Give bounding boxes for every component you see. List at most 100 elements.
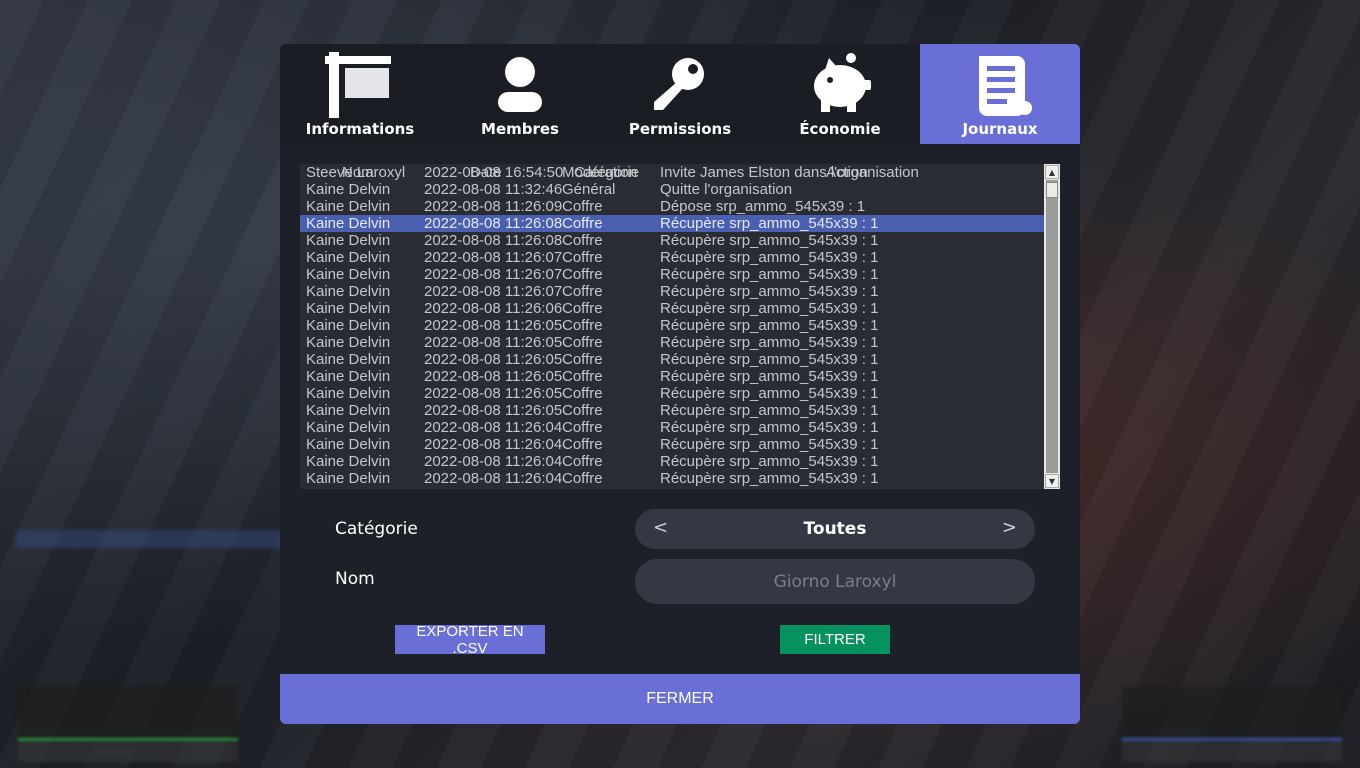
log-cell-action: Récupère srp_ammo_545x39 : 1 — [660, 249, 879, 266]
log-cell-action: Récupère srp_ammo_545x39 : 1 — [660, 351, 879, 368]
log-cell-action: Récupère srp_ammo_545x39 : 1 — [660, 470, 879, 487]
log-cell-date: 2022-08-08 11:26:07 — [424, 266, 563, 283]
log-cell-category: Coffre — [562, 402, 603, 419]
log-row[interactable]: Kaine Delvin 2022-08-08 11:26:05 Coffre Réc… — [300, 317, 1044, 334]
log-cell-name: Kaine Delvin — [306, 198, 391, 215]
tab-membres[interactable]: Membres — [440, 44, 600, 144]
scroll-track[interactable] — [1046, 180, 1058, 473]
category-selector: < Toutes > — [635, 509, 1035, 549]
category-value: Toutes — [803, 519, 867, 539]
log-cell-name: Kaine Delvin — [306, 317, 391, 334]
category-next-button[interactable]: > — [1002, 517, 1017, 538]
log-row[interactable]: Kaine Delvin 2022-08-08 11:26:07 Coffre Réc… — [300, 266, 1044, 283]
name-input[interactable] — [635, 559, 1035, 604]
log-row[interactable]: Kaine Delvin 2022-08-08 11:26:05 Coffre Réc… — [300, 385, 1044, 402]
log-cell-category: Coffre — [562, 470, 603, 487]
tab-label: Informations — [305, 120, 415, 138]
close-button[interactable]: FERMER — [280, 674, 1080, 724]
log-scrollbar[interactable]: ▲ ▼ — [1044, 164, 1060, 489]
log-rows: Nom Date Catégorie Action Steeve Laroxyl 2022… — [300, 164, 1044, 489]
log-row[interactable]: Kaine Delvin 2022-08-08 11:26:04Coffre Réc… — [300, 487, 1044, 489]
log-row[interactable]: Kaine Delvin 2022-08-08 11:26:06 Coffre Réc… — [300, 300, 1044, 317]
log-row[interactable]: Steeve Laroxyl 2022-08-08 16:54:50 Modérat… — [300, 164, 1044, 181]
log-cell-action: Récupère srp_ammo_545x39 : 1 — [660, 487, 878, 489]
log-cell-name: Kaine Delvin — [306, 249, 391, 266]
log-cell-date: 2022-08-08 11:26:05 — [424, 368, 563, 385]
log-row[interactable]: Kaine Delvin 2022-08-08 11:26:04Coffre Réc… — [300, 453, 1044, 470]
log-cell-date: 2022-08-08 11:26:07 — [424, 249, 563, 266]
log-row[interactable]: Kaine Delvin 2022-08-08 11:26:05 Coffre Réc… — [300, 402, 1044, 419]
tab-economie[interactable]: Économie — [760, 44, 920, 144]
log-row[interactable]: Kaine Delvin 2022-08-08 11:26:09 Coffre Dép… — [300, 198, 1044, 215]
log-cell-category: Coffre — [562, 453, 603, 470]
player-hud — [18, 686, 238, 741]
scroll-thumb[interactable] — [1046, 182, 1058, 198]
log-cell-name: Kaine Delvin — [306, 402, 391, 419]
log-cell-name: Kaine Delvin — [306, 419, 391, 436]
log-cell-category: Coffre — [562, 334, 603, 351]
log-cell-action: Récupère srp_ammo_545x39 : 1 — [660, 419, 879, 436]
tab-informations[interactable]: Informations — [280, 44, 440, 144]
tab-label: Économie — [799, 120, 881, 138]
log-row[interactable]: Kaine Delvin 2022-08-08 11:26:05 Coffre Réc… — [300, 351, 1044, 368]
log-cell-action: Récupère srp_ammo_545x39 : 1 — [660, 368, 879, 385]
log-cell-action: Récupère srp_ammo_545x39 : 1 — [660, 436, 879, 453]
log-cell-category: Coffre — [562, 317, 603, 334]
log-row[interactable]: Kaine Delvin 2022-08-08 11:26:05 Coffre Réc… — [300, 368, 1044, 385]
log-cell-category: Coffre — [562, 487, 603, 489]
log-cell-category: Coffre — [562, 385, 603, 402]
scroll-icon — [979, 56, 1032, 116]
key-icon — [654, 58, 704, 110]
scroll-up-icon[interactable]: ▲ — [1045, 165, 1059, 179]
log-cell-action: Récupère srp_ammo_545x39 : 1 — [660, 266, 879, 283]
log-list[interactable]: Nom Date Catégorie Action Steeve Laroxyl 2022… — [300, 164, 1060, 489]
log-row[interactable]: Kaine Delvin 2022-08-08 11:32:46 Général Qu… — [300, 181, 1044, 198]
name-label: Nom — [335, 569, 375, 589]
scroll-down-icon[interactable]: ▼ — [1045, 474, 1059, 488]
log-row[interactable]: Kaine Delvin 2022-08-08 11:26:08 Coffre Réc… — [300, 232, 1044, 249]
log-cell-action: Récupère srp_ammo_545x39 : 1 — [660, 334, 879, 351]
piggy-bank-icon — [814, 53, 871, 112]
log-cell-category: Coffre — [562, 283, 603, 300]
log-cell-action: Récupère srp_ammo_545x39 : 1 — [660, 232, 879, 249]
log-cell-date: 2022-08-08 11:26:08 — [424, 232, 563, 249]
log-cell-name: Kaine Delvin — [306, 351, 391, 368]
export-csv-button[interactable]: EXPORTER EN .CSV — [395, 623, 545, 657]
log-cell-name: Kaine Delvin — [306, 283, 391, 300]
log-cell-date: 2022-08-08 11:26:09 — [424, 198, 563, 215]
filter-button[interactable]: FILTRER — [780, 625, 890, 654]
log-cell-date: 2022-08-08 11:26:05 — [424, 334, 563, 351]
log-row[interactable]: Kaine Delvin 2022-08-08 11:26:04Coffre Réc… — [300, 419, 1044, 436]
log-row[interactable]: Kaine Delvin 2022-08-08 11:26:05 Coffre Réc… — [300, 334, 1044, 351]
log-cell-category: Coffre — [562, 215, 603, 232]
log-cell-category: Coffre — [562, 419, 603, 436]
log-cell-category: Coffre — [562, 368, 603, 385]
log-row[interactable]: Kaine Delvin 2022-08-08 11:26:07 Coffre Réc… — [300, 283, 1044, 300]
chat-line — [16, 530, 286, 548]
log-cell-name: Kaine Delvin — [306, 368, 391, 385]
log-cell-date: 2022-08-08 11:26:07 — [424, 283, 563, 300]
log-row[interactable]: Kaine Delvin 2022-08-08 11:26:04Coffre Réc… — [300, 436, 1044, 453]
log-cell-date: 2022-08-08 11:32:46 — [424, 181, 563, 198]
tab-label: Permissions — [628, 120, 732, 138]
log-cell-action: Quitte l'organisation — [660, 181, 793, 198]
tab-label: Membres — [481, 120, 559, 138]
log-cell-name: Kaine Delvin — [306, 232, 391, 249]
log-row[interactable]: Kaine Delvin 2022-08-08 11:26:07 Coffre Réc… — [300, 249, 1044, 266]
flag-icon — [325, 52, 391, 118]
log-cell-category: Coffre — [562, 266, 603, 283]
log-cell-action: Récupère srp_ammo_545x39 : 1 — [660, 317, 879, 334]
category-label: Catégorie — [335, 519, 418, 539]
log-cell-date: 2022-08-08 11:26:08 — [424, 215, 563, 232]
tab-journaux[interactable]: Journaux — [920, 44, 1080, 144]
log-cell-action: Récupère srp_ammo_545x39 : 1 — [660, 402, 879, 419]
log-cell-action: Récupère srp_ammo_545x39 : 1 — [660, 385, 879, 402]
log-cell-category: Coffre — [562, 300, 603, 317]
log-cell-date: 2022-08-08 11:26:04 — [424, 453, 563, 470]
log-row[interactable]: Kaine Delvin 2022-08-08 11:26:04Coffre Réc… — [300, 470, 1044, 487]
log-row[interactable]: Kaine Delvin 2022-08-08 11:26:08 Coffre Réc… — [300, 215, 1044, 232]
log-cell-date: 2022-08-08 11:26:04 — [424, 470, 563, 487]
tab-permissions[interactable]: Permissions — [600, 44, 760, 144]
log-cell-category: Coffre — [562, 436, 603, 453]
log-cell-name: Kaine Delvin — [306, 470, 391, 487]
